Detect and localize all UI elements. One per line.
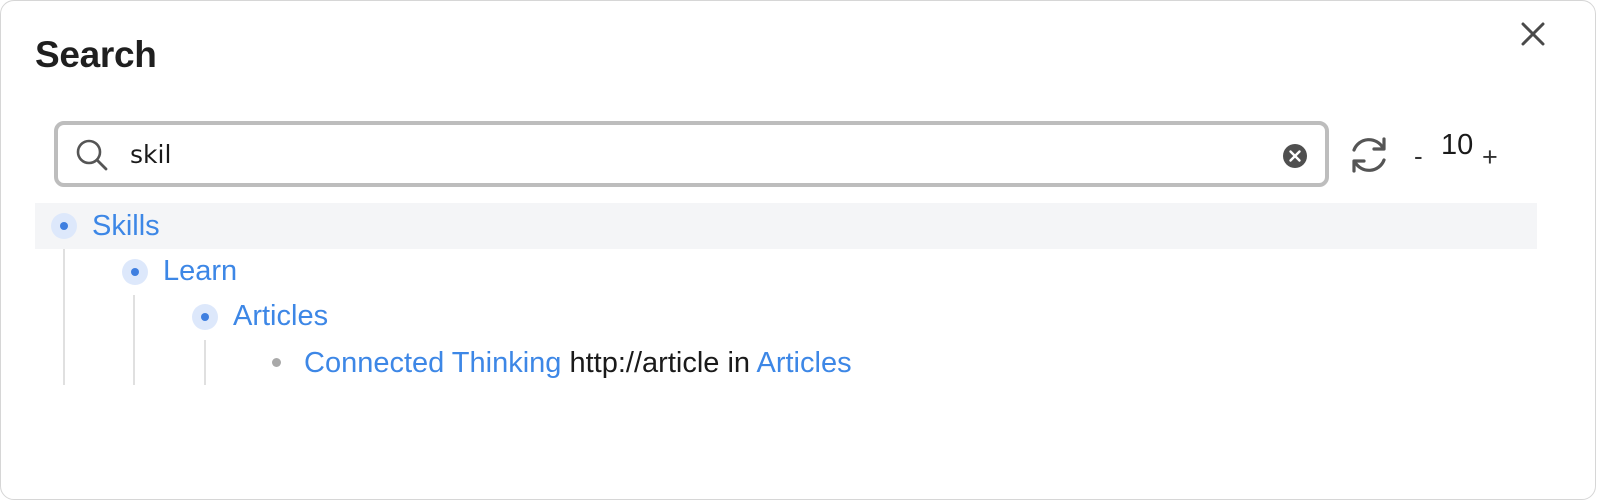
decrement-button[interactable]: - xyxy=(1414,141,1423,171)
tree-node-articles[interactable]: Articles xyxy=(233,298,328,334)
close-icon xyxy=(1521,22,1545,46)
refresh-icon[interactable] xyxy=(1345,131,1393,179)
result-title-link[interactable]: Connected Thinking xyxy=(304,347,561,379)
tree-node-skills[interactable]: Skills xyxy=(92,208,160,244)
search-field xyxy=(54,121,1329,187)
leaf-bullet-icon xyxy=(272,358,281,367)
close-button[interactable] xyxy=(1516,17,1550,51)
search-dialog: Search - 10 + Skills Learn xyxy=(0,0,1596,500)
search-result-item: Connected Thinking http://article in Art… xyxy=(304,345,852,381)
tree-guide-line xyxy=(204,340,206,385)
increment-button[interactable]: + xyxy=(1482,141,1498,173)
result-url: http://article xyxy=(569,347,720,379)
search-input[interactable] xyxy=(130,133,1260,175)
result-in-text: in xyxy=(727,347,751,379)
tree-bullet-icon[interactable] xyxy=(192,304,218,330)
depth-value: 10 xyxy=(1441,129,1474,161)
search-icon xyxy=(76,139,108,171)
tree-bullet-icon[interactable] xyxy=(51,213,77,239)
clear-circle-icon[interactable] xyxy=(1282,143,1308,169)
tree-node-learn[interactable]: Learn xyxy=(163,253,237,289)
tree-guide-line xyxy=(133,295,135,385)
tree-bullet-icon[interactable] xyxy=(122,259,148,285)
dialog-title: Search xyxy=(35,34,157,75)
tree-guide-line xyxy=(63,249,65,385)
result-parent-link[interactable]: Articles xyxy=(757,347,852,379)
tree-row-highlight xyxy=(35,203,1537,249)
